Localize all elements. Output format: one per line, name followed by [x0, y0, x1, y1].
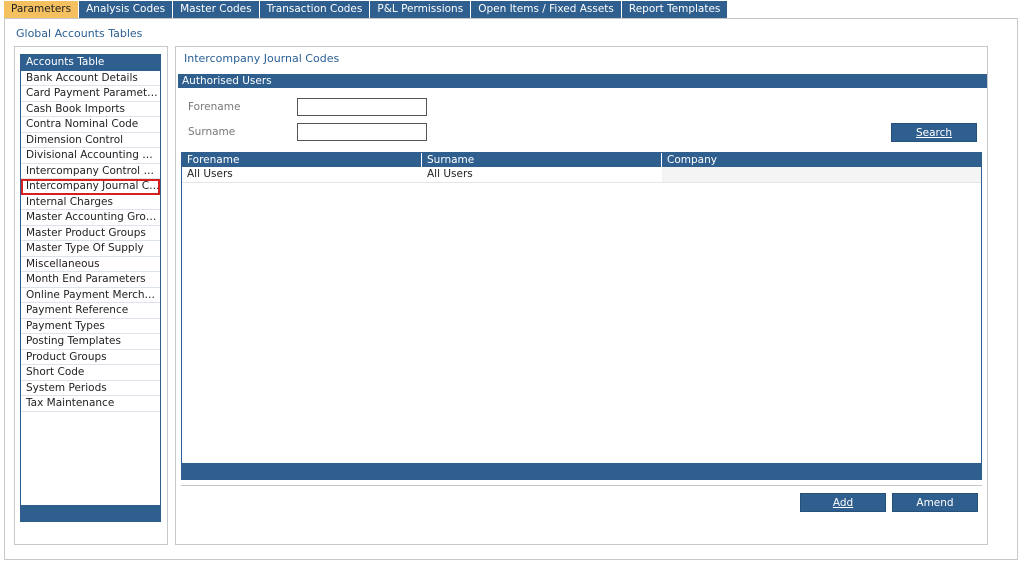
cell-surname: All Users	[427, 168, 473, 180]
list-footer	[21, 505, 160, 521]
column-header-forename[interactable]: Forename	[182, 153, 422, 167]
amend-button[interactable]: Amend	[892, 493, 978, 512]
list-item-master-accounting-groups[interactable]: Master Accounting Groups	[21, 210, 160, 226]
add-button[interactable]: Add	[800, 493, 886, 512]
list-item-intercompany-journal-codes[interactable]: Intercompany Journal Co...	[21, 179, 160, 195]
amend-button-label: Amend	[916, 497, 954, 509]
list-item-posting-templates[interactable]: Posting Templates	[21, 334, 160, 350]
tab-parameters[interactable]: Parameters	[4, 1, 79, 18]
list-item-master-product-groups[interactable]: Master Product Groups	[21, 226, 160, 241]
page-title: Intercompany Journal Codes	[184, 52, 340, 65]
search-button-label: Search	[915, 127, 953, 139]
list-item-master-type-of-supply[interactable]: Master Type Of Supply	[21, 241, 160, 257]
list-item-intercompany-control-codes[interactable]: Intercompany Control Co...	[21, 164, 160, 179]
list-item-bank-account-details[interactable]: Bank Account Details	[21, 71, 160, 86]
list-item-divisional-accounting-groups[interactable]: Divisional Accounting Gro...	[21, 148, 160, 164]
surname-label: Surname	[188, 126, 236, 138]
list-item-contra-nominal-code[interactable]: Contra Nominal Code	[21, 117, 160, 133]
column-header-surname[interactable]: Surname	[422, 153, 662, 167]
section-title: Global Accounts Tables	[16, 27, 143, 40]
table-row[interactable]: All Users All Users	[182, 167, 981, 183]
accounts-table-list: Accounts Table Bank Account Details Card…	[20, 54, 161, 522]
list-item-payment-reference[interactable]: Payment Reference	[21, 303, 160, 319]
list-item-product-groups[interactable]: Product Groups	[21, 350, 160, 365]
cell-forename: All Users	[187, 168, 233, 180]
list-header: Accounts Table	[21, 55, 160, 71]
divider	[181, 485, 982, 486]
list-item-card-payment-parameters[interactable]: Card Payment Parameters	[21, 86, 160, 102]
authorised-users-header: Authorised Users	[178, 74, 987, 88]
tab-master-codes[interactable]: Master Codes	[173, 1, 259, 18]
list-item-cash-book-imports[interactable]: Cash Book Imports	[21, 102, 160, 117]
list-item-short-code[interactable]: Short Code	[21, 365, 160, 381]
forename-label: Forename	[188, 101, 241, 113]
tab-bar: Parameters Analysis Codes Master Codes T…	[4, 1, 728, 18]
add-button-label: Add	[832, 497, 854, 509]
search-button[interactable]: Search	[891, 123, 977, 142]
column-header-company[interactable]: Company	[662, 153, 981, 167]
list-item-online-payment-merchants[interactable]: Online Payment Merchants	[21, 288, 160, 303]
list-item-miscellaneous[interactable]: Miscellaneous	[21, 257, 160, 272]
tab-analysis-codes[interactable]: Analysis Codes	[79, 1, 173, 18]
list-item-tax-maintenance[interactable]: Tax Maintenance	[21, 396, 160, 412]
tab-pl-permissions[interactable]: P&L Permissions	[370, 1, 471, 18]
list-item-month-end-parameters[interactable]: Month End Parameters	[21, 272, 160, 288]
forename-input[interactable]	[297, 98, 427, 116]
grid-header: Forename Surname Company	[182, 153, 981, 167]
list-item-system-periods[interactable]: System Periods	[21, 381, 160, 396]
list-item-dimension-control[interactable]: Dimension Control	[21, 133, 160, 148]
tab-open-items-fixed-assets[interactable]: Open Items / Fixed Assets	[471, 1, 621, 18]
tab-report-templates[interactable]: Report Templates	[621, 1, 728, 18]
grid-footer	[182, 463, 981, 479]
surname-input[interactable]	[297, 123, 427, 141]
list-item-internal-charges[interactable]: Internal Charges	[21, 195, 160, 210]
list-item-payment-types[interactable]: Payment Types	[21, 319, 160, 334]
tab-transaction-codes[interactable]: Transaction Codes	[259, 1, 370, 18]
cell-company	[662, 167, 981, 182]
users-grid: Forename Surname Company All Users All U…	[181, 152, 982, 480]
